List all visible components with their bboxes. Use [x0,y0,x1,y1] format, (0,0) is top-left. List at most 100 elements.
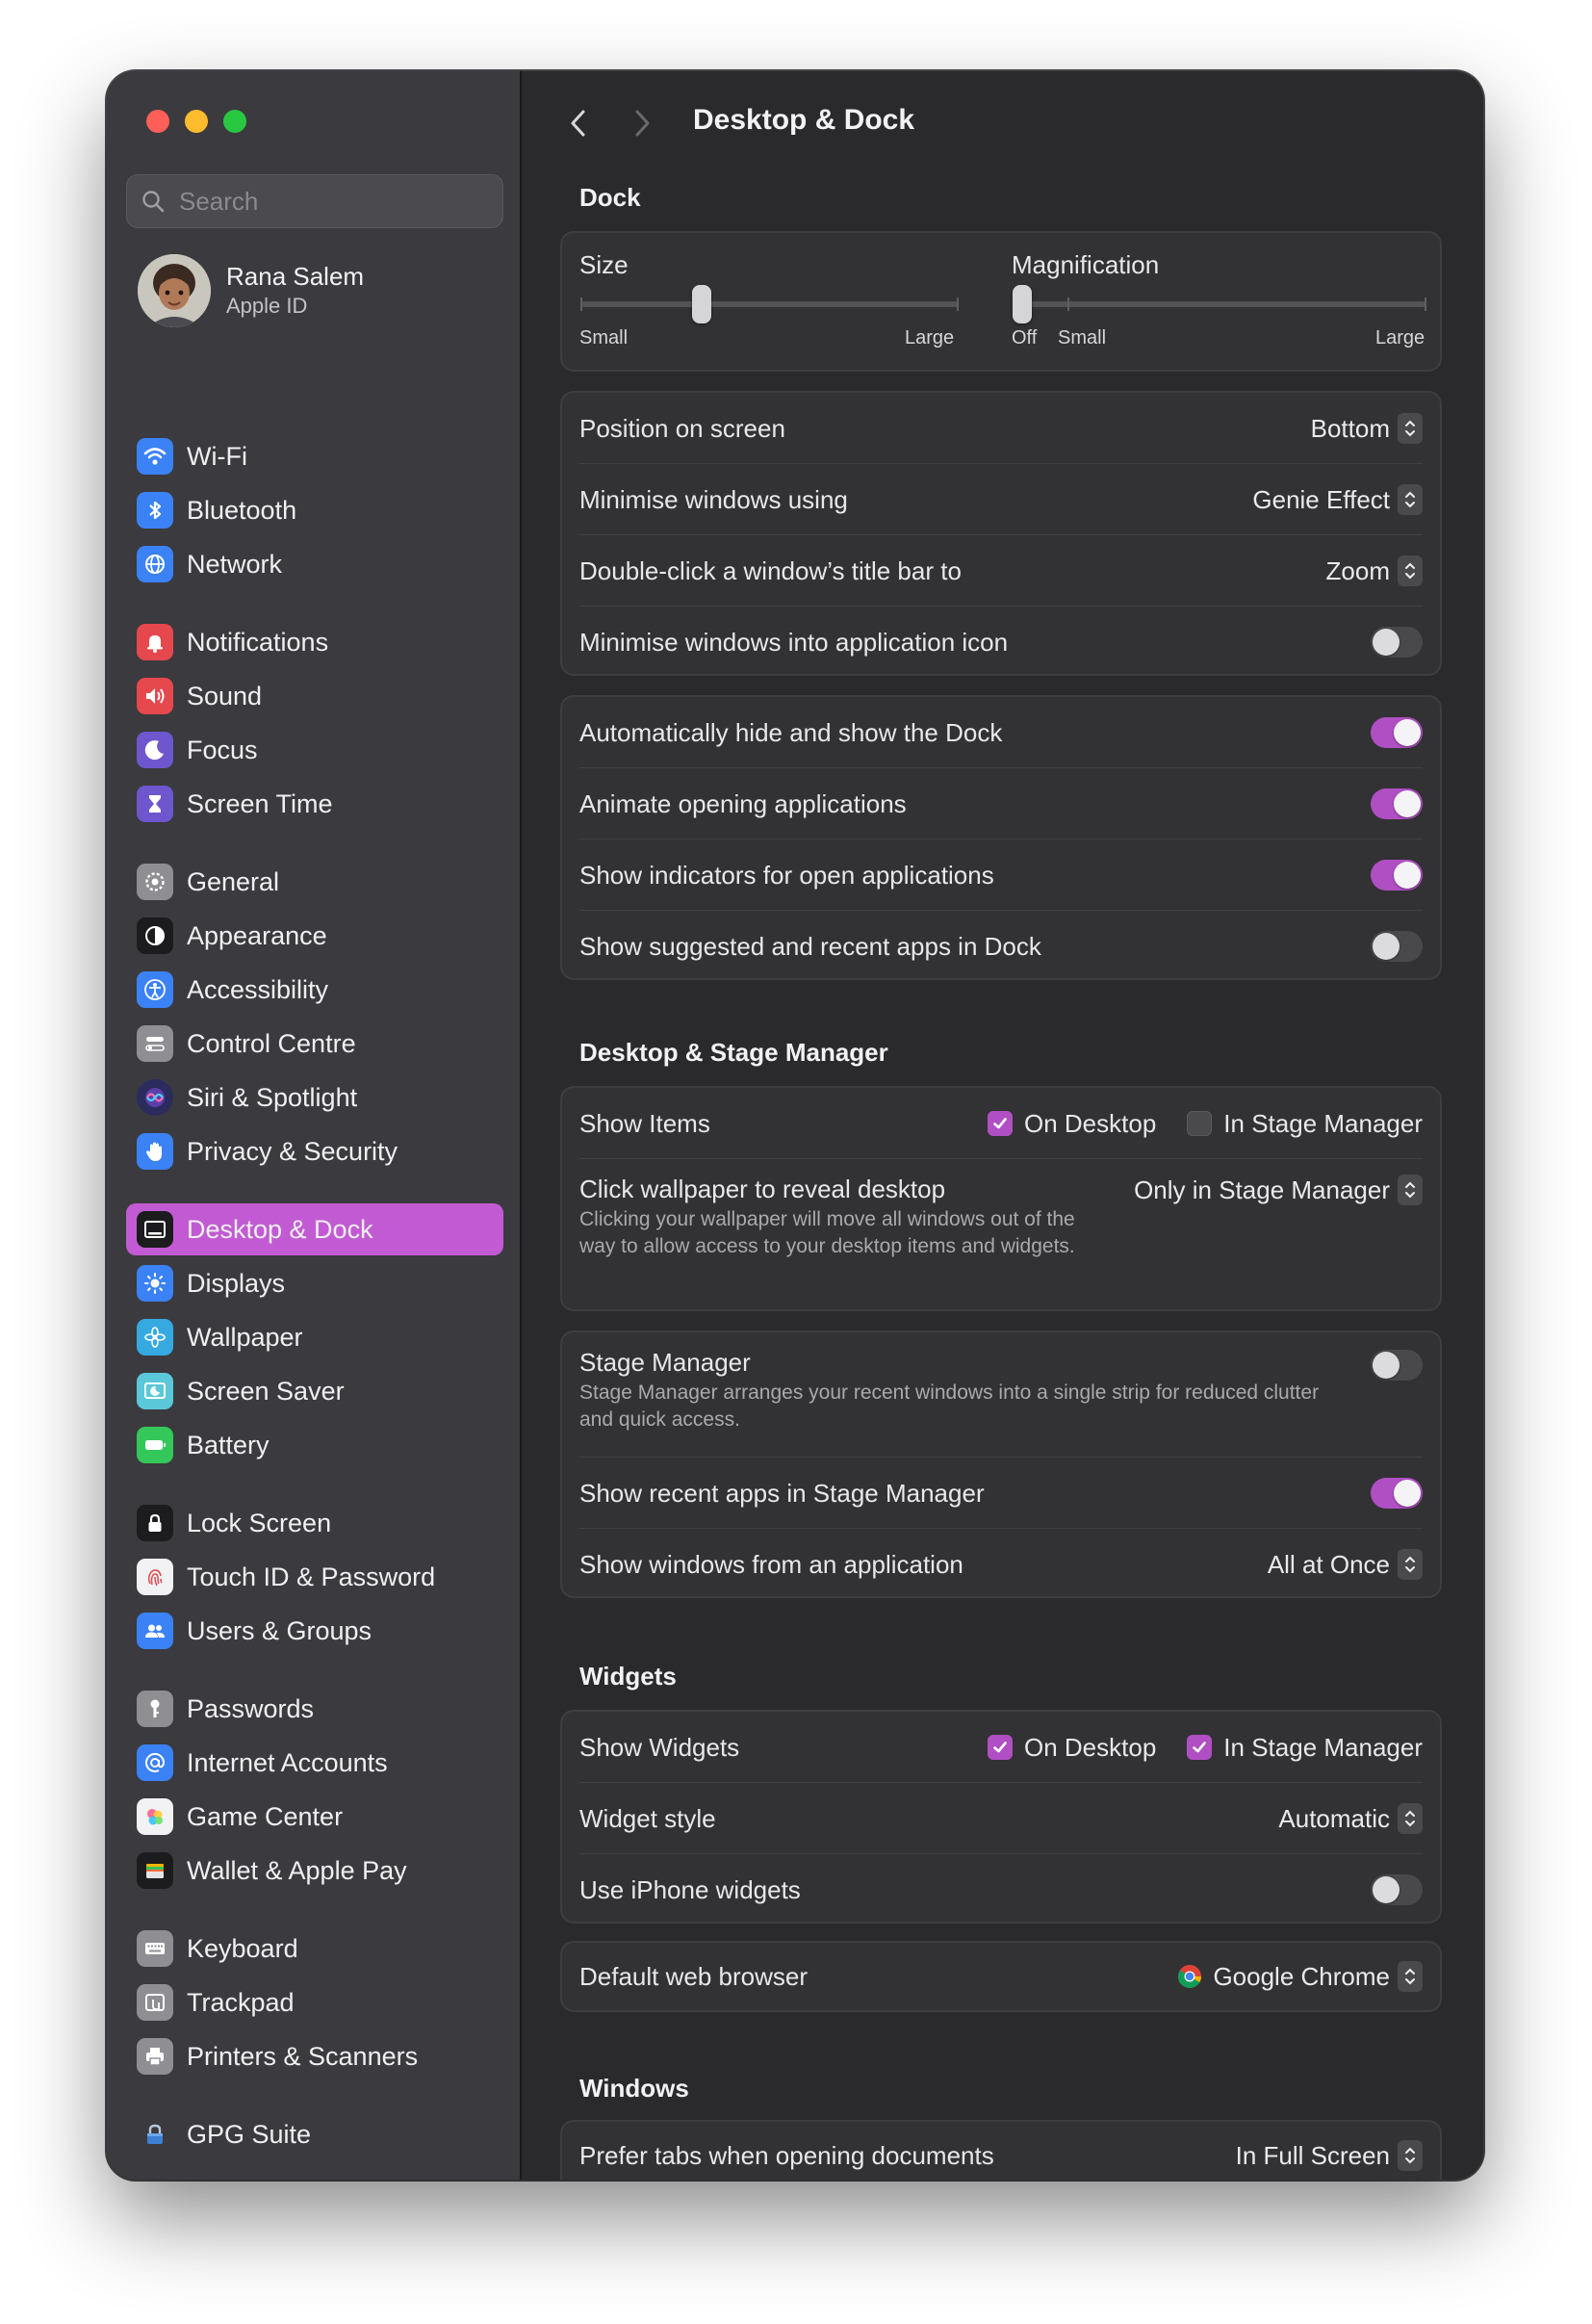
position-popup[interactable]: Bottom [1311,413,1423,444]
magnification-slider-knob[interactable] [1013,285,1032,323]
show-widgets-desktop-checkbox[interactable]: On Desktop [988,1733,1156,1763]
chrome-icon [1178,1965,1202,1989]
magnification-slider-track[interactable] [1014,301,1426,307]
sidebar-item-network[interactable]: Network [126,538,503,590]
show-items-stage-checkbox[interactable]: In Stage Manager [1187,1109,1423,1139]
checkbox-label: On Desktop [1024,1732,1157,1762]
show-widgets-stage-checkbox[interactable]: In Stage Manager [1187,1733,1423,1763]
popup-stepper-icon [1398,1961,1423,1992]
suggested-toggle[interactable] [1371,931,1423,962]
position-value: Bottom [1310,413,1390,443]
sidebar-item-privacy-security[interactable]: Privacy & Security [126,1125,503,1177]
desktop-items-group: Show Items On Desktop In Stage Manager C… [560,1086,1442,1311]
minimise-into-icon-toggle[interactable] [1371,627,1423,658]
popup-stepper-icon [1398,1803,1423,1834]
wallet-icon [137,1852,173,1889]
sidebar-item-screen-time[interactable]: Screen Time [126,778,503,830]
sidebar-item-users-groups[interactable]: Users & Groups [126,1605,503,1657]
sidebar-item-internet-accounts[interactable]: Internet Accounts [126,1737,503,1789]
stage-manager-toggle[interactable] [1371,1350,1423,1381]
animate-label: Animate opening applications [579,788,907,818]
minimize-button[interactable] [185,110,208,133]
popup-stepper-icon [1398,2140,1423,2171]
sidebar-item-wallpaper[interactable]: Wallpaper [126,1311,503,1363]
sidebar-item-siri-spotlight[interactable]: Siri & Spotlight [126,1072,503,1123]
forward-arrow-icon[interactable] [628,104,656,142]
click-wallpaper-label: Click wallpaper to reveal desktop [579,1175,946,1203]
indicators-toggle[interactable] [1371,860,1423,891]
sidebar-item-gpg-suite[interactable]: GPG Suite [126,2108,503,2160]
sidebar-item-label: Appearance [187,920,327,950]
sidebar-item-lock-screen[interactable]: Lock Screen [126,1497,503,1549]
desktop-stage-heading: Desktop & Stage Manager [579,1038,888,1067]
search-placeholder: Search [179,186,259,216]
sidebar-item-label: Screen Time [187,788,333,818]
search-input[interactable]: Search [126,174,503,228]
sidebar-item-appearance[interactable]: Appearance [126,910,503,962]
widget-style-popup[interactable]: Automatic [1278,1803,1423,1834]
sidebar-item-wallet[interactable]: Wallet & Apple Pay [126,1845,503,1897]
sidebar-item-bluetooth[interactable]: Bluetooth [126,484,503,536]
widgets-heading: Widgets [579,1662,677,1691]
checkbox-label: In Stage Manager [1223,1732,1423,1762]
hand-icon [137,1133,173,1170]
sidebar-item-notifications[interactable]: Notifications [126,616,503,668]
sidebar-item-battery[interactable]: Battery [126,1419,503,1471]
browser-value: Google Chrome [1213,1961,1390,1991]
close-button[interactable] [146,110,169,133]
sidebar-item-desktop-dock[interactable]: Desktop & Dock [126,1203,503,1255]
popup-stepper-icon [1398,555,1423,586]
gear-icon [137,864,173,900]
minimise-using-popup[interactable]: Genie Effect [1252,484,1423,515]
sidebar-item-control-centre[interactable]: Control Centre [126,1018,503,1070]
sidebar-item-printers-scanners[interactable]: Printers & Scanners [126,2030,503,2082]
checkbox-box [1187,1735,1213,1760]
prefer-tabs-popup[interactable]: In Full Screen [1236,2140,1423,2171]
sidebar-item-label: Siri & Spotlight [187,1082,358,1112]
windows-from-app-popup[interactable]: All at Once [1268,1549,1423,1580]
widget-style-label: Widget style [579,1803,716,1833]
sidebar-item-trackpad[interactable]: Trackpad [126,1976,503,2028]
widget-style-value: Automatic [1278,1803,1390,1833]
show-items-desktop-checkbox[interactable]: On Desktop [988,1109,1156,1139]
dock-behaviour-group: Position on screen Bottom Minimise windo… [560,391,1442,676]
sidebar-item-displays[interactable]: Displays [126,1257,503,1309]
sidebar-item-label: Lock Screen [187,1508,332,1537]
zoom-button[interactable] [223,110,246,133]
browser-label: Default web browser [579,1961,808,1991]
sidebar-item-touch-id[interactable]: Touch ID & Password [126,1551,503,1603]
size-slider-track[interactable] [581,301,959,307]
settings-window: Search Rana Salem Apple ID Wi-Fi Bluetoo… [107,71,1483,2180]
autohide-row: Automatically hide and show the Dock [562,697,1440,768]
sidebar-item-sound[interactable]: Sound [126,670,503,722]
wifi-icon [137,438,173,475]
animate-toggle[interactable] [1371,788,1423,819]
click-wallpaper-popup[interactable]: Only in Stage Manager [1134,1175,1423,1205]
sidebar-item-focus[interactable]: Focus [126,724,503,776]
magnification-max-label: Large [1375,327,1425,349]
sidebar-item-label: Wallet & Apple Pay [187,1855,407,1885]
sidebar-item-label: Wallpaper [187,1322,303,1352]
browser-popup[interactable]: Google Chrome [1176,1961,1423,1992]
sidebar-item-screen-saver[interactable]: Screen Saver [126,1365,503,1417]
sidebar-item-general[interactable]: General [126,856,503,908]
recent-apps-label: Show recent apps in Stage Manager [579,1478,985,1508]
sidebar-item-label: Battery [187,1430,270,1459]
iphone-widgets-toggle[interactable] [1371,1874,1423,1905]
trackpad-icon [137,1984,173,2021]
sidebar-item-passwords[interactable]: Passwords [126,1683,503,1735]
autohide-toggle[interactable] [1371,717,1423,748]
autohide-label: Automatically hide and show the Dock [579,717,1003,747]
sidebar-item-game-center[interactable]: Game Center [126,1791,503,1843]
back-arrow-icon[interactable] [564,104,593,142]
sidebar-item-keyboard[interactable]: Keyboard [126,1923,503,1975]
size-max-label: Large [905,327,955,349]
size-min-label: Small [579,327,629,349]
recent-apps-toggle[interactable] [1371,1478,1423,1509]
apple-id-profile[interactable]: Rana Salem Apple ID [138,254,364,327]
sidebar-item-accessibility[interactable]: Accessibility [126,964,503,1016]
sidebar: Search Rana Salem Apple ID Wi-Fi Bluetoo… [107,71,522,2180]
sidebar-item-wifi[interactable]: Wi-Fi [126,430,503,482]
double-click-popup[interactable]: Zoom [1326,555,1423,586]
size-slider-knob[interactable] [692,285,712,323]
